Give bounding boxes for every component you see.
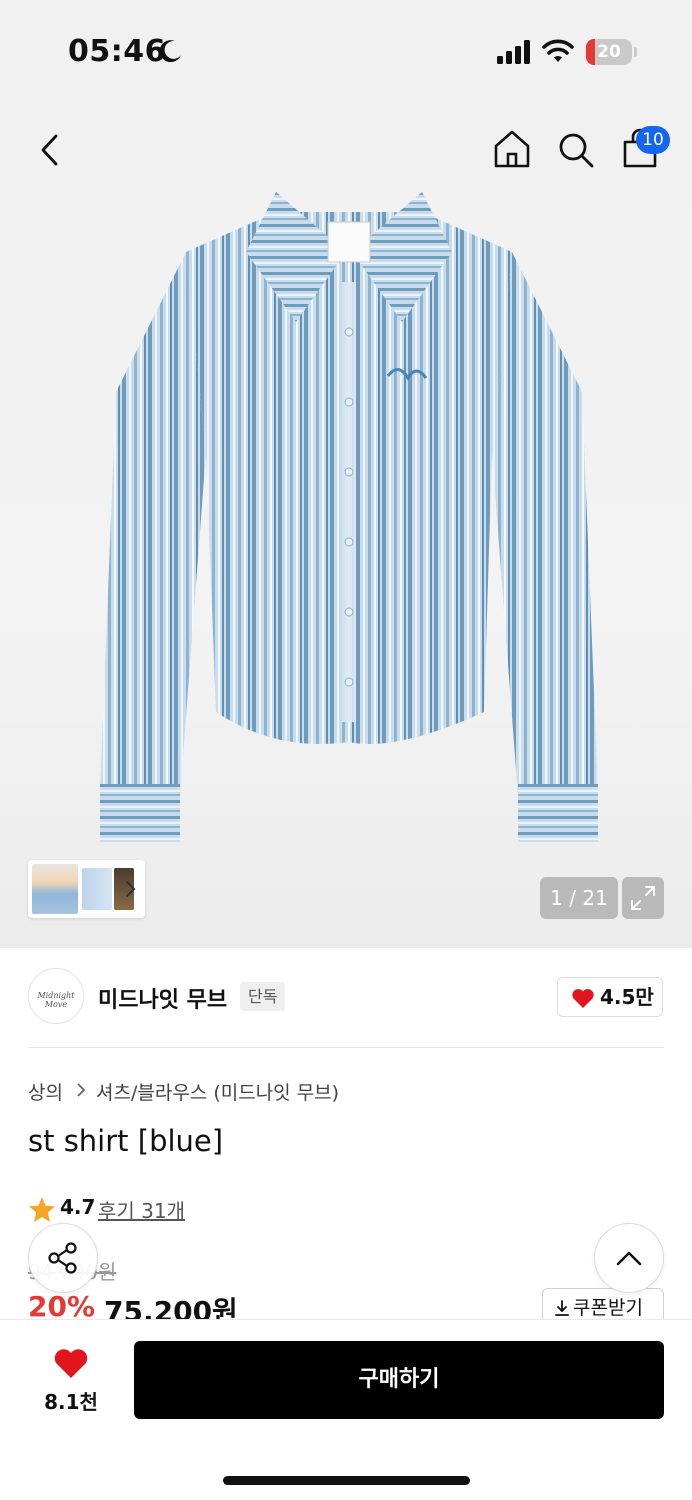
search-icon[interactable]: [556, 130, 596, 170]
wishlist-count: 8.1천: [44, 1390, 98, 1414]
brand-like-count: 4.5만: [600, 985, 654, 1009]
back-arrow-icon[interactable]: [34, 130, 66, 170]
share-button[interactable]: [28, 1223, 98, 1293]
battery-tip: [634, 47, 637, 57]
thumbnail-model[interactable]: [32, 864, 78, 914]
expand-button[interactable]: [622, 877, 664, 919]
heart-icon: [572, 989, 594, 1008]
heart-icon: [54, 1349, 88, 1378]
download-icon: [555, 1300, 569, 1316]
review-count-link[interactable]: 후기 31개: [98, 1195, 185, 1224]
product-image: [100, 192, 598, 842]
home-indicator: [223, 1476, 470, 1485]
brand-like-button[interactable]: 4.5만: [557, 977, 663, 1017]
chevron-right-icon: [77, 1083, 86, 1097]
brand-logo-text: Midnight Move: [37, 991, 75, 1009]
thumbnail-shirt[interactable]: [82, 868, 112, 910]
battery-text: 20: [597, 42, 621, 62]
chevron-right-icon[interactable]: [124, 878, 138, 900]
brand-logo[interactable]: Midnight Move: [28, 968, 84, 1024]
home-icon[interactable]: [492, 128, 532, 170]
buy-button[interactable]: 구매하기: [134, 1341, 664, 1419]
breadcrumb-subcategory[interactable]: 셔츠/블라우스 (미드나잇 무브): [96, 1078, 339, 1105]
exclusive-tag: 단독: [240, 982, 286, 1011]
wifi-icon: [542, 39, 574, 62]
status-time: 05:46: [68, 34, 166, 69]
star-icon: [29, 1197, 55, 1222]
cart-count-badge: 10: [636, 126, 670, 154]
rating-value: 4.7: [60, 1195, 96, 1219]
battery-icon: 20: [586, 39, 632, 65]
moon-icon: [159, 40, 181, 63]
expand-icon: [631, 886, 655, 910]
brand-name[interactable]: 미드나잇 무브: [98, 982, 227, 1014]
product-title: st shirt [blue]: [28, 1124, 224, 1158]
chevron-up-icon: [616, 1251, 642, 1266]
status-bar: 05:46 20: [0, 0, 692, 100]
wishlist-button[interactable]: 8.1천: [38, 1344, 104, 1414]
divider: [28, 1047, 664, 1048]
share-icon: [48, 1242, 77, 1274]
breadcrumb-category[interactable]: 상의: [28, 1078, 63, 1105]
cellular-signal-icon: [497, 40, 530, 64]
image-page-indicator: 1 / 21: [540, 877, 618, 919]
scroll-top-button[interactable]: [594, 1223, 664, 1293]
